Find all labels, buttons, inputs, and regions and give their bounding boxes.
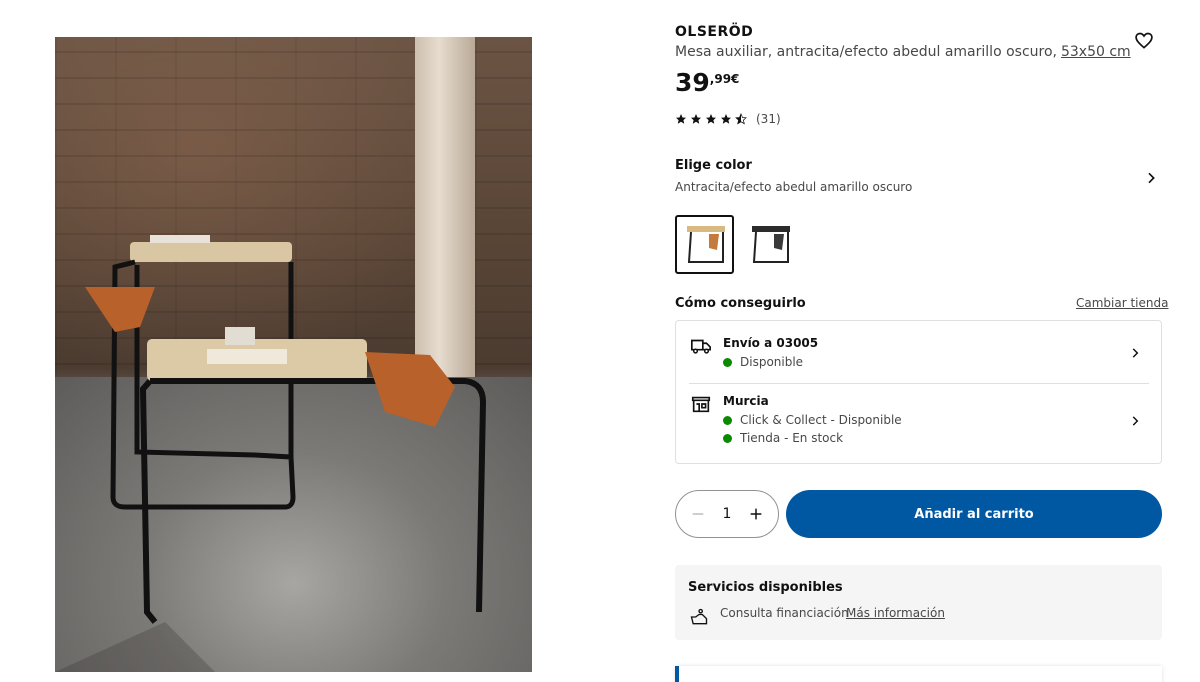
more-info-link[interactable]: Más información [846,606,945,620]
quantity-stepper: 1 [675,490,779,538]
star-icon [691,114,701,124]
available-dot [723,433,732,443]
product-brand: OLSERÖD [675,24,754,40]
product-description-text: Mesa auxiliar, antracita/efecto abedul a… [675,44,1057,60]
availability-box: Envío a 03005 Disponible Murcia Click & … [675,320,1162,464]
financing-text: Consulta financiación [720,606,849,620]
financing-icon [690,608,708,625]
store-title: Murcia [723,394,769,408]
available-dot [723,357,732,367]
star-half-icon [735,113,747,125]
table-thumbnail [752,226,790,263]
delivery-title: Envío a 03005 [723,336,819,350]
truck-icon [691,339,711,354]
store-status-click-collect: Click & Collect - Disponible [723,413,902,427]
fulfillment-heading: Cómo conseguirlo [675,296,806,311]
size-link[interactable]: 53x50 cm [1061,44,1131,60]
available-dot [723,415,732,425]
table-thumbnail [687,226,725,263]
services-heading: Servicios disponibles [688,580,843,595]
rating[interactable]: (31) [675,112,781,126]
services-box: Servicios disponibles Consulta financiac… [675,565,1162,640]
add-to-cart-button[interactable]: Añadir al carrito [786,490,1162,538]
side-tables-illustration [55,235,487,672]
star-icon [676,114,686,124]
product-image[interactable] [55,37,532,672]
delivery-row[interactable]: Envío a 03005 Disponible [676,321,1161,383]
star-icon [721,114,731,124]
quantity-value[interactable]: 1 [723,506,732,522]
delivery-status: Disponible [723,355,803,369]
store-line1-text: Click & Collect - Disponible [740,413,902,427]
store-icon [691,396,711,413]
star-icon [706,114,716,124]
rating-count: (31) [756,112,781,126]
product-price: 39 ,99€ [675,68,739,98]
store-row[interactable]: Murcia Click & Collect - Disponible Tien… [676,383,1161,463]
chevron-right-icon[interactable] [1128,414,1142,428]
product-description: Mesa auxiliar, antracita/efecto abedul a… [675,44,1131,60]
heart-icon[interactable] [1134,31,1154,51]
delivery-status-text: Disponible [740,355,804,369]
price-decimal: ,99€ [709,72,740,86]
price-integer: 39 [675,68,710,97]
chevron-right-icon[interactable] [1143,170,1159,186]
change-store-link[interactable]: Cambiar tienda [1076,296,1168,310]
info-card [675,666,1162,682]
color-swatch-antracita-abedul[interactable] [675,215,734,274]
minus-icon[interactable] [690,506,706,522]
color-selected: Antracita/efecto abedul amarillo oscuro [675,180,913,194]
color-swatch-negro[interactable] [740,215,799,274]
chevron-right-icon[interactable] [1128,346,1142,360]
store-line2-text: Tienda - En stock [740,431,844,445]
color-heading: Elige color [675,158,752,173]
store-status-stock: Tienda - En stock [723,431,843,445]
plus-icon[interactable] [748,506,764,522]
